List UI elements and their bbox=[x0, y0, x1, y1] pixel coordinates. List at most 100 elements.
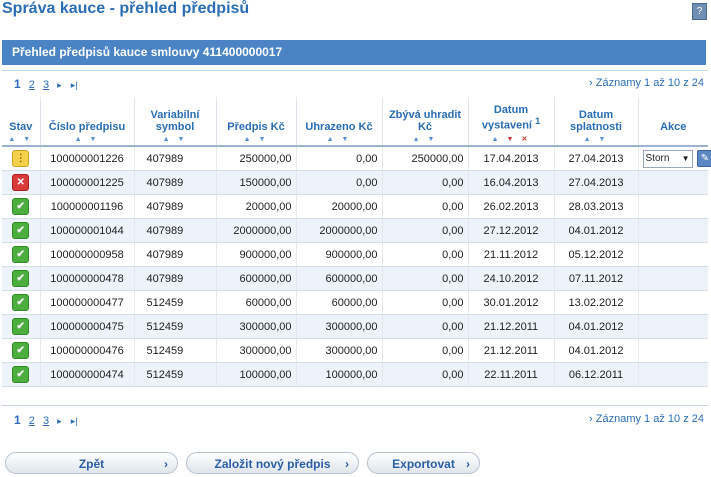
table-row: ✔ 100000001196 407989 20000,00 20000,00 0,00 2… bbox=[2, 194, 708, 219]
prescribed-amount: 2000000,00 bbox=[216, 218, 297, 243]
status-cell: ✕ bbox=[2, 170, 41, 195]
table-row: ✔ 100000001044 407989 2000000,00 2000000,00 0… bbox=[2, 218, 708, 243]
sort-icon[interactable]: ▲ ▼ bbox=[219, 136, 294, 143]
paid-amount: 600000,00 bbox=[296, 266, 383, 291]
col-zbyva[interactable]: Zbývá uhradit Kč ▲ ▼ bbox=[382, 97, 469, 147]
record-count: Záznamy 1 až 10 z 24 bbox=[589, 77, 704, 89]
sort-icon[interactable]: ▲ ▼ ✕ bbox=[471, 135, 552, 143]
remaining-amount: 0,00 bbox=[382, 314, 469, 339]
check-icon: ✔ bbox=[12, 294, 30, 311]
check-icon: ✔ bbox=[12, 222, 30, 239]
due-date: 05.12.2012 bbox=[554, 242, 639, 267]
check-icon: ✔ bbox=[12, 342, 30, 359]
table-row: ✔ 100000000476 512459 300000,00 300000,00 0,0… bbox=[2, 338, 708, 363]
table-row: ⋮ 100000001226 407989 250000,00 0,00 250000,0… bbox=[2, 146, 711, 171]
status-cell: ✔ bbox=[2, 218, 41, 243]
edit-icon[interactable]: ✎ bbox=[696, 150, 711, 167]
variable-symbol: 407989 bbox=[134, 194, 217, 219]
pager-last-icon[interactable]: ▸| bbox=[71, 416, 78, 426]
action-cell bbox=[638, 362, 708, 387]
col-splatnosti[interactable]: Datum splatnosti ▲ ▼ bbox=[554, 97, 639, 147]
back-button[interactable]: Zpět › bbox=[5, 452, 178, 474]
issue-date: 24.10.2012 bbox=[468, 266, 555, 291]
paid-amount: 300000,00 bbox=[296, 338, 383, 363]
pager-next-icon[interactable]: ▸ bbox=[57, 416, 62, 426]
export-button[interactable]: Exportovat › bbox=[367, 452, 480, 474]
prescribed-amount: 60000,00 bbox=[216, 290, 297, 315]
pager-page-2[interactable]: 2 bbox=[29, 415, 35, 427]
new-prescription-label: Založit nový předpis bbox=[214, 457, 331, 471]
pager-page-3[interactable]: 3 bbox=[43, 415, 49, 427]
help-icon[interactable]: ? bbox=[692, 3, 707, 20]
divider bbox=[2, 405, 708, 406]
table-row: ✔ 100000000475 512459 300000,00 300000,00 0,0… bbox=[2, 314, 708, 339]
table-header-row: Stav ▲ ▼ Číslo předpisu ▲ ▼ Variabilní sym… bbox=[2, 97, 708, 147]
prescription-number: 100000000476 bbox=[40, 338, 135, 363]
col-cislo[interactable]: Číslo předpisu ▲ ▼ bbox=[40, 97, 135, 147]
issue-date: 16.04.2013 bbox=[468, 170, 555, 195]
status-cell: ⋮ bbox=[2, 146, 41, 171]
col-akce: Akce▲ bbox=[638, 97, 708, 147]
prescribed-amount: 20000,00 bbox=[216, 194, 297, 219]
pager-last-icon[interactable]: ▸| bbox=[71, 80, 78, 90]
variable-symbol: 407989 bbox=[134, 170, 217, 195]
table-row: ✔ 100000000478 407989 600000,00 600000,00 0,0… bbox=[2, 266, 708, 291]
paid-amount: 900000,00 bbox=[296, 242, 383, 267]
issue-date: 30.01.2012 bbox=[468, 290, 555, 315]
prescription-number: 100000000958 bbox=[40, 242, 135, 267]
check-icon: ✔ bbox=[12, 270, 30, 287]
variable-symbol: 407989 bbox=[134, 266, 217, 291]
due-date: 04.01.2012 bbox=[554, 314, 639, 339]
action-cell bbox=[638, 290, 708, 315]
paid-amount: 0,00 bbox=[296, 170, 383, 195]
pager-next-icon[interactable]: ▸ bbox=[57, 80, 62, 90]
sort-icon[interactable]: ▲ ▼ bbox=[43, 136, 132, 143]
new-prescription-button[interactable]: Založit nový předpis › bbox=[186, 452, 359, 474]
sort-icon[interactable]: ▲ ▼ bbox=[4, 136, 38, 143]
prescription-number: 100000000475 bbox=[40, 314, 135, 339]
sort-icon[interactable]: ▲ ▼ bbox=[557, 136, 636, 143]
issue-date: 21.12.2011 bbox=[468, 338, 555, 363]
pager-page-2[interactable]: 2 bbox=[29, 79, 35, 91]
remaining-amount: 0,00 bbox=[382, 218, 469, 243]
status-cell: ✔ bbox=[2, 314, 41, 339]
sort-icon[interactable]: ▲ ▼ bbox=[299, 136, 380, 143]
prescription-number: 100000000474 bbox=[40, 362, 135, 387]
record-count: Záznamy 1 až 10 z 24 bbox=[589, 413, 704, 425]
col-vystaveni[interactable]: Datum vystavení 1 ▲ ▼ ✕ bbox=[468, 97, 555, 147]
prescription-number: 100000001196 bbox=[40, 194, 135, 219]
action-cell bbox=[638, 338, 708, 363]
chevron-right-icon: › bbox=[466, 457, 470, 471]
action-cell bbox=[638, 266, 708, 291]
back-button-label: Zpět bbox=[78, 457, 105, 471]
pager-page-3[interactable]: 3 bbox=[43, 79, 49, 91]
variable-symbol: 512459 bbox=[134, 362, 217, 387]
remaining-amount: 0,00 bbox=[382, 362, 469, 387]
pager-page-1[interactable]: 1 bbox=[14, 413, 21, 427]
col-uhrazeno[interactable]: Uhrazeno Kč ▲ ▼ bbox=[296, 97, 383, 147]
col-vs[interactable]: Variabilní symbol ▲ ▼ bbox=[134, 97, 217, 147]
check-icon: ✔ bbox=[12, 246, 30, 263]
remaining-amount: 250000,00 bbox=[382, 146, 469, 171]
action-select[interactable]: Storn ▼ bbox=[642, 149, 693, 168]
pager-page-1[interactable]: 1 bbox=[14, 77, 21, 91]
remaining-amount: 0,00 bbox=[382, 338, 469, 363]
due-date: 27.04.2013 bbox=[554, 146, 639, 171]
table-row: ✔ 100000000477 512459 60000,00 60000,00 0,00 3… bbox=[2, 290, 708, 315]
sort-icon[interactable]: ▲ ▼ bbox=[137, 136, 214, 143]
status-cell: ✔ bbox=[2, 338, 41, 363]
remaining-amount: 0,00 bbox=[382, 242, 469, 267]
check-icon: ✔ bbox=[12, 198, 30, 215]
sort-icon[interactable]: ▲ ▼ bbox=[385, 136, 466, 143]
prescribed-amount: 250000,00 bbox=[216, 146, 297, 171]
variable-symbol: 407989 bbox=[134, 146, 217, 171]
col-predpis[interactable]: Předpis Kč ▲ ▼ bbox=[216, 97, 297, 147]
prescription-number: 100000000478 bbox=[40, 266, 135, 291]
col-stav[interactable]: Stav ▲ ▼ bbox=[2, 97, 41, 147]
due-date: 13.02.2012 bbox=[554, 290, 639, 315]
prescribed-amount: 600000,00 bbox=[216, 266, 297, 291]
issue-date: 17.04.2013 bbox=[468, 146, 555, 171]
status-cell: ✔ bbox=[2, 242, 41, 267]
variable-symbol: 512459 bbox=[134, 290, 217, 315]
variable-symbol: 512459 bbox=[134, 314, 217, 339]
